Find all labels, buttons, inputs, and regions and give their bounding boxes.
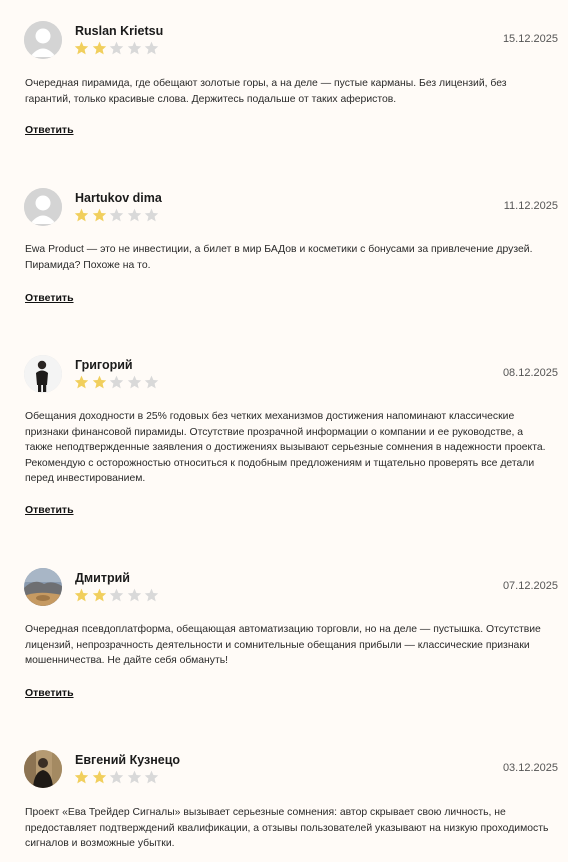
default-avatar-icon (24, 188, 62, 226)
star-empty-icon (109, 208, 124, 222)
review-date: 11.12.2025 (503, 200, 558, 212)
review-text: Очередная псевдоплатформа, обещающая авт… (25, 624, 541, 667)
star-empty-icon (144, 208, 159, 222)
star-rating (74, 588, 162, 602)
star-empty-icon (109, 770, 124, 784)
review-author: Ruslan Krietsu (75, 24, 164, 38)
star-filled-icon (92, 375, 107, 389)
reply-link[interactable]: Ответить (25, 292, 74, 304)
reviews-list: Ruslan Krietsu 15.12.2025 Очередная пира… (0, 0, 568, 862)
star-filled-icon (74, 41, 89, 55)
star-empty-icon (144, 770, 159, 784)
review-text: Очередная пирамида, где обещают золотые … (25, 78, 507, 105)
star-empty-icon (127, 41, 142, 55)
star-filled-icon (92, 588, 107, 602)
star-filled-icon (92, 770, 107, 784)
reply-link[interactable]: Ответить (25, 124, 74, 136)
star-filled-icon (92, 41, 107, 55)
star-rating (74, 375, 162, 389)
review-author: Григорий (75, 358, 133, 372)
star-empty-icon (144, 375, 159, 389)
review-author: Hartukov dima (75, 191, 162, 205)
review-text: Обещания доходности в 25% годовых без че… (25, 411, 546, 485)
review-author: Евгений Кузнецо (75, 753, 181, 767)
star-empty-icon (127, 375, 142, 389)
review-author: Дмитрий (75, 571, 130, 585)
person-photo-avatar (24, 355, 62, 393)
star-empty-icon (109, 588, 124, 602)
star-filled-icon (74, 588, 89, 602)
review-text: Ewa Product — это не инвестиции, а билет… (25, 244, 533, 271)
review-text: Проект «Ева Трейдер Сигналы» вызывает се… (25, 807, 549, 850)
star-filled-icon (92, 208, 107, 222)
star-empty-icon (144, 588, 159, 602)
landscape-photo-avatar (24, 568, 62, 606)
star-rating (74, 41, 162, 55)
star-filled-icon (74, 208, 89, 222)
default-avatar-icon (24, 21, 62, 59)
star-filled-icon (74, 770, 89, 784)
reply-link[interactable]: Ответить (25, 687, 74, 699)
reply-link[interactable]: Ответить (25, 504, 74, 516)
star-empty-icon (127, 208, 142, 222)
star-rating (74, 208, 162, 222)
star-empty-icon (127, 770, 142, 784)
star-rating (74, 770, 162, 784)
star-empty-icon (109, 375, 124, 389)
star-empty-icon (109, 41, 124, 55)
star-empty-icon (144, 41, 159, 55)
person-photo-avatar (24, 750, 62, 788)
star-empty-icon (127, 588, 142, 602)
review-date: 15.12.2025 (502, 33, 558, 45)
review-date: 07.12.2025 (502, 580, 558, 592)
star-filled-icon (74, 375, 89, 389)
review-date: 08.12.2025 (502, 367, 558, 379)
review-date: 03.12.2025 (502, 762, 558, 774)
